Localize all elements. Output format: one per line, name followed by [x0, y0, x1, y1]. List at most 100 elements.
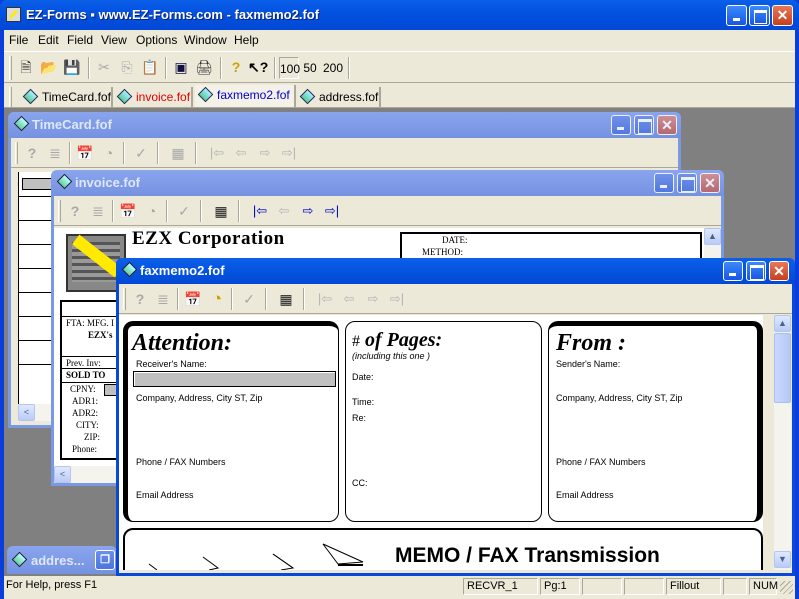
menu-edit[interactable]: Edit	[38, 33, 59, 47]
new-icon[interactable]: 🗎	[16, 57, 36, 77]
app-close-button[interactable]: ✕	[772, 5, 793, 26]
invoice-titlebar[interactable]: invoice.fof ✕	[51, 170, 724, 196]
clock-icon[interactable]: ◔	[207, 289, 227, 309]
menu-options[interactable]: Options	[136, 33, 177, 47]
minimize-button[interactable]	[723, 261, 743, 281]
toolbar-separator	[166, 200, 168, 222]
toolbar-grip[interactable]	[9, 56, 12, 80]
zoom-200-button[interactable]: 200	[322, 57, 344, 79]
list-icon[interactable]: ≣	[153, 289, 173, 309]
calendar-icon[interactable]: 📅	[118, 201, 138, 221]
copy-icon[interactable]: ⎘	[117, 57, 137, 77]
tab-label: faxmemo2.fof	[217, 88, 290, 102]
paste-icon[interactable]: 📋	[140, 57, 160, 77]
calculator-icon[interactable]: ▦	[211, 201, 231, 221]
app-titlebar[interactable]: EZ-Forms ▪ www.EZ-Forms.com - faxmemo2.f…	[0, 0, 799, 30]
toolbar-separator	[157, 142, 159, 164]
open-icon[interactable]: 📂	[39, 57, 59, 77]
next-record-icon[interactable]: ⇨	[298, 201, 318, 221]
menu-window[interactable]: Window	[184, 33, 227, 47]
tab-address[interactable]: address.fof	[297, 87, 381, 107]
first-record-icon[interactable]: |⇦	[250, 201, 270, 221]
toolbar-grip[interactable]	[123, 288, 126, 310]
toolbar-grip[interactable]	[15, 142, 18, 164]
tab-invoice[interactable]: invoice.fof	[114, 87, 193, 107]
resize-grip[interactable]	[780, 581, 793, 594]
save-icon[interactable]: 💾	[62, 57, 82, 77]
help-icon[interactable]: ?	[22, 143, 42, 163]
address-minimized-window[interactable]: addres... ❐	[7, 546, 117, 574]
check-icon[interactable]: ✓	[174, 201, 194, 221]
app-icon[interactable]	[6, 7, 21, 22]
toolbar-grip[interactable]	[58, 200, 61, 222]
sold-to-label: SOLD TO	[66, 370, 106, 380]
toolbar-separator	[220, 57, 222, 79]
maximize-button[interactable]	[746, 261, 766, 281]
menu-help[interactable]: Help	[234, 33, 259, 47]
last-record-icon[interactable]: ⇨|	[279, 143, 299, 163]
context-help-icon[interactable]: ↖?	[248, 57, 268, 77]
scroll-up-button[interactable]: ▲	[774, 315, 791, 332]
clock-icon[interactable]: ◔	[142, 201, 162, 221]
scroll-down-button[interactable]: ▼	[774, 551, 791, 568]
app-minimize-button[interactable]	[726, 5, 747, 26]
restore-button[interactable]: ❐	[95, 550, 115, 570]
faxmemo-vscroll[interactable]: ▲ ▼	[774, 315, 791, 570]
close-button[interactable]: ✕	[769, 261, 789, 281]
time-label: Time:	[352, 397, 375, 407]
close-button[interactable]: ✕	[657, 115, 677, 135]
prev-record-icon[interactable]: ⇦	[274, 201, 294, 221]
prev-record-icon[interactable]: ⇦	[231, 143, 251, 163]
help-icon[interactable]: ?	[130, 289, 150, 309]
timecard-titlebar[interactable]: TimeCard.fof ✕	[8, 112, 681, 138]
close-button[interactable]: ✕	[700, 173, 720, 193]
form-icon[interactable]: ▣	[171, 57, 191, 77]
cut-icon[interactable]: ✂	[94, 57, 114, 77]
from-box: From : Sender's Name: Company, Address, …	[548, 321, 763, 522]
prev-record-icon[interactable]: ⇦	[339, 289, 359, 309]
list-icon[interactable]: ≣	[88, 201, 108, 221]
list-icon[interactable]: ≣	[45, 143, 65, 163]
tabbar-grip[interactable]	[9, 87, 12, 107]
check-icon[interactable]: ✓	[239, 289, 259, 309]
tab-faxmemo2[interactable]: faxmemo2.fof	[195, 85, 296, 107]
zoom-100-button[interactable]: 100	[279, 57, 300, 79]
calculator-icon[interactable]: ▦	[276, 289, 296, 309]
clock-icon[interactable]: ◔	[99, 143, 119, 163]
help-icon[interactable]: ?	[65, 201, 85, 221]
maximize-button[interactable]	[634, 115, 654, 135]
minimize-button[interactable]	[654, 173, 674, 193]
print-icon[interactable]: 🖨	[194, 57, 214, 77]
status-page: Pg:1	[540, 578, 580, 595]
app-maximize-button[interactable]	[749, 5, 770, 26]
attention-heading: Attention:	[132, 330, 233, 356]
toolbar-separator	[195, 142, 197, 164]
tab-timecard[interactable]: TimeCard.fof	[20, 87, 113, 107]
help-icon[interactable]: ?	[226, 57, 246, 77]
last-record-icon[interactable]: ⇨|	[322, 201, 342, 221]
calculator-icon[interactable]: ▦	[168, 143, 188, 163]
first-record-icon[interactable]: |⇦	[315, 289, 335, 309]
minimize-button[interactable]	[611, 115, 631, 135]
menu-field[interactable]: Field	[67, 33, 93, 47]
next-record-icon[interactable]: ⇨	[255, 143, 275, 163]
menu-file[interactable]: File	[9, 33, 28, 47]
receiver-name-input[interactable]	[133, 371, 336, 387]
toolbar-separator	[274, 57, 276, 79]
next-record-icon[interactable]: ⇨	[363, 289, 383, 309]
calendar-icon[interactable]: 📅	[75, 143, 95, 163]
status-field-name: RECVR_1	[463, 578, 538, 595]
last-record-icon[interactable]: ⇨|	[387, 289, 407, 309]
zoom-50-button[interactable]: 50	[301, 57, 319, 79]
scroll-left-button[interactable]: <	[54, 466, 71, 483]
scroll-left-button[interactable]: <	[18, 404, 35, 421]
maximize-button[interactable]	[677, 173, 697, 193]
check-icon[interactable]: ✓	[131, 143, 151, 163]
first-record-icon[interactable]: |⇦	[207, 143, 227, 163]
menu-view[interactable]: View	[101, 33, 127, 47]
faxmemo-titlebar[interactable]: faxmemo2.fof ✕	[116, 258, 795, 284]
scroll-thumb[interactable]	[774, 333, 791, 403]
scroll-up-button[interactable]: ▲	[704, 228, 721, 245]
invoice-toolbar: ? ≣ 📅 ◔ ✓ ▦ |⇦ ⇦ ⇨ ⇨|	[54, 196, 721, 226]
calendar-icon[interactable]: 📅	[183, 289, 203, 309]
